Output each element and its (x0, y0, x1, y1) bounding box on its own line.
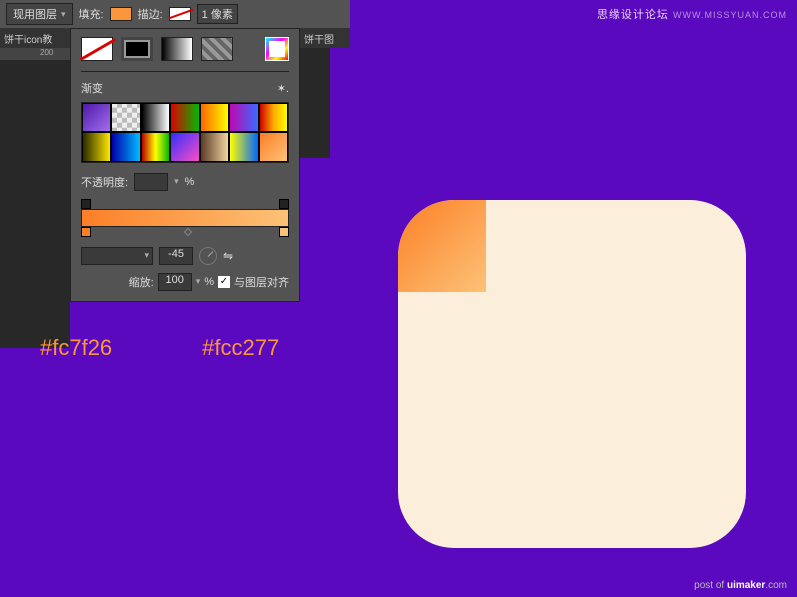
gradient-preset[interactable] (111, 103, 140, 132)
opacity-stop-left[interactable] (81, 199, 91, 209)
opacity-stops-track (81, 199, 289, 209)
document-tab-right[interactable]: 饼干图 (300, 28, 350, 48)
hex-code-right: #fcc277 (202, 335, 279, 361)
watermark-bottom: post of uimaker.com (694, 580, 787, 591)
angle-dial[interactable] (199, 247, 217, 265)
gradient-preset[interactable] (170, 132, 199, 161)
opacity-row: 不透明度: ▾ % (81, 173, 289, 191)
chevron-down-icon: ▾ (61, 9, 66, 20)
color-stop-right[interactable] (279, 227, 289, 237)
gradient-preset[interactable] (141, 132, 170, 161)
gradient-title: 渐变 (81, 80, 103, 96)
fill-type-pattern[interactable] (201, 37, 233, 61)
angle-row: ▾ -45 ⇋ (81, 247, 289, 265)
opacity-label: 不透明度: (81, 174, 128, 190)
opacity-unit: % (185, 176, 195, 188)
color-stop-left[interactable] (81, 227, 91, 237)
watermark-top: 思缘设计论坛 WWW.MISSYUAN.COM (597, 6, 787, 22)
opacity-stop-right[interactable] (279, 199, 289, 209)
horizontal-ruler: 200 (0, 48, 70, 60)
gradient-preset[interactable] (82, 132, 111, 161)
align-checkbox[interactable]: ✓ (218, 276, 230, 288)
align-label: 与图层对齐 (234, 274, 289, 290)
layer-mode-label: 现用图层 (13, 6, 57, 22)
fill-label: 填充: (79, 6, 104, 22)
gradient-type-dropdown[interactable]: ▾ (81, 247, 153, 265)
gradient-preset[interactable] (229, 132, 258, 161)
canvas-dark-area (0, 48, 70, 348)
fill-swatch[interactable] (110, 7, 132, 21)
hex-code-left: #fc7f26 (40, 335, 112, 361)
scale-input[interactable]: 100 (158, 273, 192, 291)
gradient-preset[interactable] (82, 103, 111, 132)
divider (81, 71, 289, 72)
watermark-suffix: .com (765, 580, 787, 591)
angle-input[interactable]: -45 (159, 247, 193, 265)
opacity-input[interactable] (134, 173, 168, 191)
gradient-fill-popover: 渐变 ✶. 不透明度: ▾ % ▾ -45 ⇋ 缩放: 100 ▾ % ✓ 与图… (70, 28, 300, 302)
gradient-preset[interactable] (229, 103, 258, 132)
gradient-preset[interactable] (200, 132, 229, 161)
reverse-gradient-icon[interactable]: ⇋ (223, 249, 233, 263)
watermark-top-en: WWW.MISSYUAN.COM (673, 10, 787, 20)
hex-annotations: #fc7f26 #fcc277 (40, 335, 279, 361)
gradient-preset-grid (81, 102, 289, 163)
fill-type-none[interactable] (81, 37, 113, 61)
scale-row: 缩放: 100 ▾ % ✓ 与图层对齐 (81, 273, 289, 291)
gear-icon[interactable]: ✶. (277, 82, 289, 95)
canvas-gradient-overlay (398, 200, 486, 292)
chevron-down-icon[interactable]: ▾ (174, 176, 179, 187)
document-tab-left[interactable]: 饼干icon教 (0, 28, 70, 48)
midpoint-diamond-icon[interactable] (184, 228, 192, 236)
options-bar: 现用图层 ▾ 填充: 描边: 1 像素 (0, 0, 350, 28)
canvas-dark-area-right (300, 48, 330, 158)
gradient-preset[interactable] (200, 103, 229, 132)
stroke-width-input[interactable]: 1 像素 (197, 4, 238, 24)
chevron-down-icon: ▾ (144, 250, 149, 261)
watermark-top-cn: 思缘设计论坛 (597, 9, 669, 21)
gradient-preset[interactable] (111, 132, 140, 161)
watermark-site: uimaker (727, 580, 765, 591)
layer-mode-dropdown[interactable]: 现用图层 ▾ (6, 3, 73, 25)
gradient-ramp[interactable] (81, 209, 289, 227)
chevron-down-icon[interactable]: ▾ (196, 276, 201, 287)
gradient-editor (81, 199, 289, 239)
fill-type-gradient[interactable] (161, 37, 193, 61)
fill-type-solid[interactable] (121, 37, 153, 61)
scale-label: 缩放: (129, 274, 154, 290)
color-picker-icon[interactable] (265, 37, 289, 61)
watermark-prefix: post of (694, 580, 727, 591)
fill-type-row (81, 37, 289, 61)
stroke-swatch[interactable] (169, 7, 191, 21)
gradient-preset[interactable] (259, 132, 288, 161)
gradient-preset[interactable] (259, 103, 288, 132)
color-stops-track (81, 227, 289, 239)
stroke-label: 描边: (138, 6, 163, 22)
canvas-rounded-rect (398, 200, 746, 548)
scale-unit: % (204, 276, 214, 288)
gradient-preset[interactable] (141, 103, 170, 132)
gradient-preset[interactable] (170, 103, 199, 132)
gradient-section-header: 渐变 ✶. (81, 80, 289, 96)
